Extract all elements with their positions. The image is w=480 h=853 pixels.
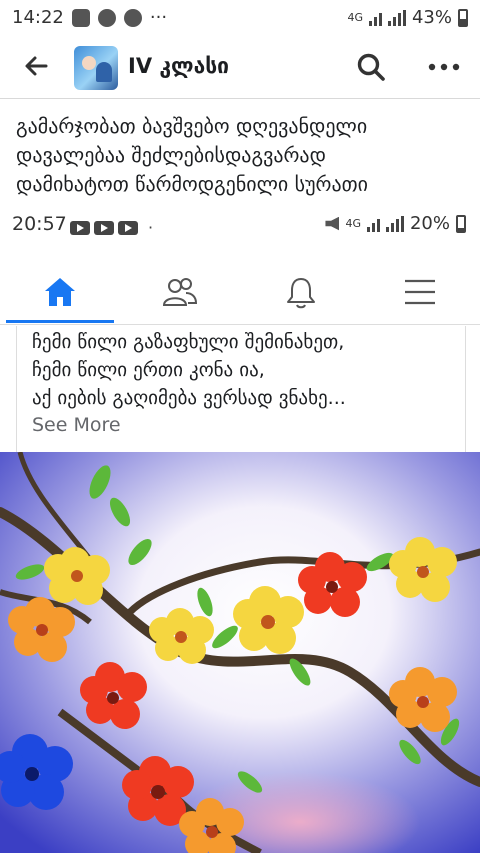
youtube-icon	[118, 220, 138, 235]
more-icon[interactable]	[428, 62, 460, 72]
battery-icon	[456, 214, 466, 233]
gallery-icon	[71, 8, 90, 27]
signal-2-icon	[387, 9, 406, 26]
app-bar	[0, 36, 480, 98]
screenshot-time: 20:57	[12, 213, 67, 235]
screenshot-system-icons: 4G 20%	[325, 213, 466, 234]
status-time: 14:22	[12, 7, 64, 28]
search-icon[interactable]	[356, 52, 386, 82]
screenshot-network: 4G	[345, 216, 361, 230]
signal-icon	[368, 10, 382, 26]
see-more-link[interactable]: See More	[32, 414, 121, 436]
signal-2-icon	[385, 215, 404, 232]
status-bar: 14:22 ··· 4G 43%	[0, 0, 480, 36]
battery-percent: 43%	[411, 7, 452, 28]
shared-post-line: ჩემი წილი გაზაფხული შემინახეთ,	[32, 331, 345, 353]
active-tab-indicator	[6, 320, 114, 323]
tab-notifications[interactable]	[261, 262, 341, 322]
post-text: გამარჯობათ ბავშვებო დღევანდელი დავალებაა…	[16, 112, 466, 199]
post-line: გამარჯობათ ბავშვებო დღევანდელი	[16, 114, 368, 138]
divider	[0, 98, 480, 99]
youtube-icon	[70, 220, 90, 235]
network-label: 4G	[347, 10, 363, 24]
battery-icon	[458, 8, 468, 27]
menu-icon	[405, 279, 435, 305]
back-arrow-icon[interactable]	[22, 52, 50, 80]
screenshot-battery: 20%	[409, 213, 450, 234]
chrome-icon	[123, 8, 142, 27]
home-icon	[45, 278, 75, 306]
tab-bar	[0, 262, 480, 325]
signal-icon	[366, 216, 380, 232]
group-title[interactable]: IV კლასი	[128, 54, 229, 78]
tab-menu[interactable]	[380, 262, 460, 322]
shared-post-line: აქ იების გაღიმება ვერსად ვნახე...	[32, 387, 346, 409]
screenshot-dot: ·	[148, 218, 154, 237]
group-avatar[interactable]	[74, 46, 118, 90]
tab-friends[interactable]	[140, 262, 220, 322]
tab-home[interactable]	[20, 262, 100, 322]
post-line: დამიხატოთ წარმოდგენილი სურათი	[16, 172, 368, 196]
messenger-icon	[97, 8, 116, 27]
shared-post-text: ჩემი წილი გაზაფხული შემინახეთ, ჩემი წილი…	[32, 328, 462, 412]
bell-icon	[287, 278, 315, 309]
status-dots: ···	[149, 7, 168, 28]
shared-post-line: ჩემი წილი ერთი კონა ია,	[32, 359, 265, 381]
youtube-icon	[94, 220, 114, 235]
post-photo[interactable]	[0, 452, 480, 853]
mute-icon	[325, 216, 340, 231]
friends-icon	[162, 278, 198, 306]
post-line: დავალებაა შეძლებისდაგვარად	[16, 143, 326, 167]
screenshot-notification-icons: ·	[70, 218, 153, 237]
